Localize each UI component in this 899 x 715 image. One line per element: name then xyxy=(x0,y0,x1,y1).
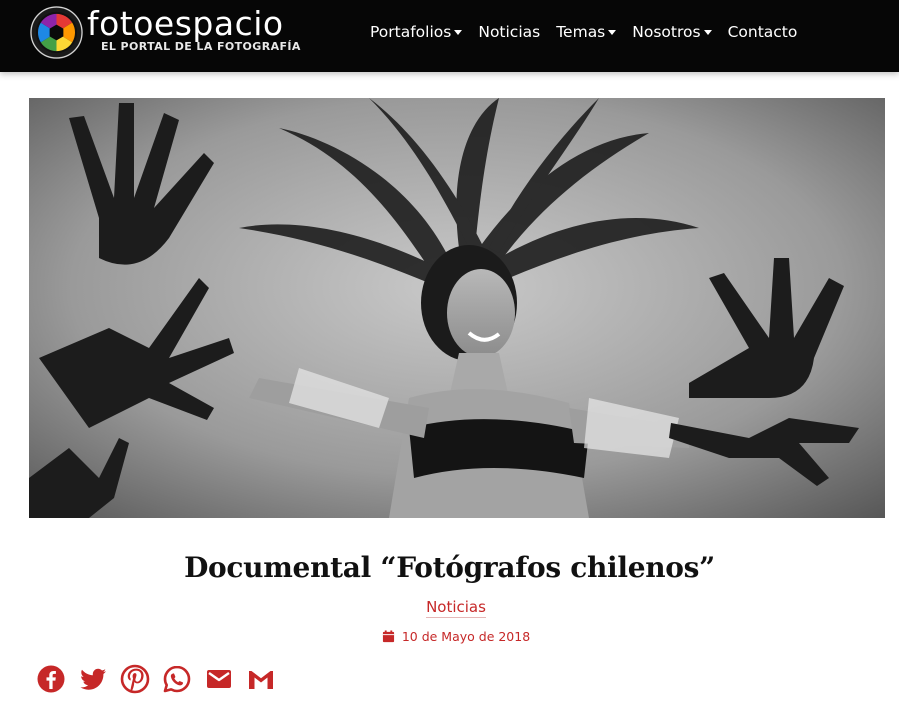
nav-temas-label: Temas xyxy=(556,23,606,41)
hero-photo xyxy=(29,98,885,518)
chevron-down-icon xyxy=(608,30,617,35)
share-whatsapp-button[interactable] xyxy=(162,664,192,694)
post-date: 10 de Mayo de 2018 xyxy=(0,629,899,644)
chevron-down-icon xyxy=(703,30,712,35)
nav-noticias[interactable]: Noticias xyxy=(478,23,540,41)
nav-portafolios[interactable]: Portafolios xyxy=(370,23,463,41)
chevron-down-icon xyxy=(454,30,463,35)
share-gmail-button[interactable] xyxy=(246,664,276,694)
pinterest-icon xyxy=(120,664,150,694)
email-icon xyxy=(207,670,231,688)
post-category-link[interactable]: Noticias xyxy=(426,598,486,618)
share-facebook-button[interactable] xyxy=(36,664,66,694)
post-category-container: Noticias xyxy=(0,598,899,618)
main-nav: Portafolios Noticias Temas Nosotros Cont… xyxy=(370,20,813,44)
post-title: Documental “Fotógrafos chilenos” xyxy=(184,551,715,584)
nav-nosotros-label: Nosotros xyxy=(632,23,701,41)
share-twitter-button[interactable] xyxy=(78,664,108,694)
brand-name: fotoespacio xyxy=(87,4,284,43)
share-bar xyxy=(36,664,288,696)
twitter-icon xyxy=(80,668,106,690)
aperture-rainbow-icon xyxy=(30,6,83,59)
nav-contacto-label: Contacto xyxy=(727,23,798,41)
top-navbar: fotoespacio EL PORTAL DE LA FOTOGRAFÍA P… xyxy=(0,0,899,72)
nav-nosotros[interactable]: Nosotros xyxy=(632,23,712,41)
brand-tagline: EL PORTAL DE LA FOTOGRAFÍA xyxy=(101,40,301,53)
share-email-button[interactable] xyxy=(204,664,234,694)
post-date-text: 10 de Mayo de 2018 xyxy=(401,629,531,644)
nav-portafolios-label: Portafolios xyxy=(370,23,452,41)
nav-contacto[interactable]: Contacto xyxy=(728,23,798,41)
brand-home-link[interactable]: fotoespacio EL PORTAL DE LA FOTOGRAFÍA xyxy=(30,5,300,61)
whatsapp-icon xyxy=(163,665,191,693)
nav-noticias-label: Noticias xyxy=(478,23,541,41)
calendar-icon xyxy=(382,630,394,643)
nav-temas[interactable]: Temas xyxy=(556,23,617,41)
hero-image xyxy=(29,98,885,518)
gmail-icon xyxy=(249,671,273,689)
share-pinterest-button[interactable] xyxy=(120,664,150,694)
facebook-icon xyxy=(37,665,65,693)
